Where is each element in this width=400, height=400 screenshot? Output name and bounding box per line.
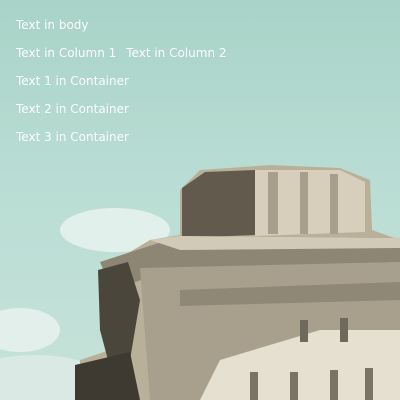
container-text-2: Text 2 in Container xyxy=(16,102,129,116)
container-text-3: Text 3 in Container xyxy=(16,130,129,144)
content-overlay: Text in body Text in Column 1 Text in Co… xyxy=(0,0,400,400)
columns-row: Text in Column 1 Text in Column 2 xyxy=(16,45,227,61)
body-text: Text in body xyxy=(16,18,89,32)
container-text-1: Text 1 in Container xyxy=(16,74,129,88)
column-2-text: Text in Column 2 xyxy=(126,46,227,60)
column-1-text: Text in Column 1 xyxy=(16,46,117,60)
